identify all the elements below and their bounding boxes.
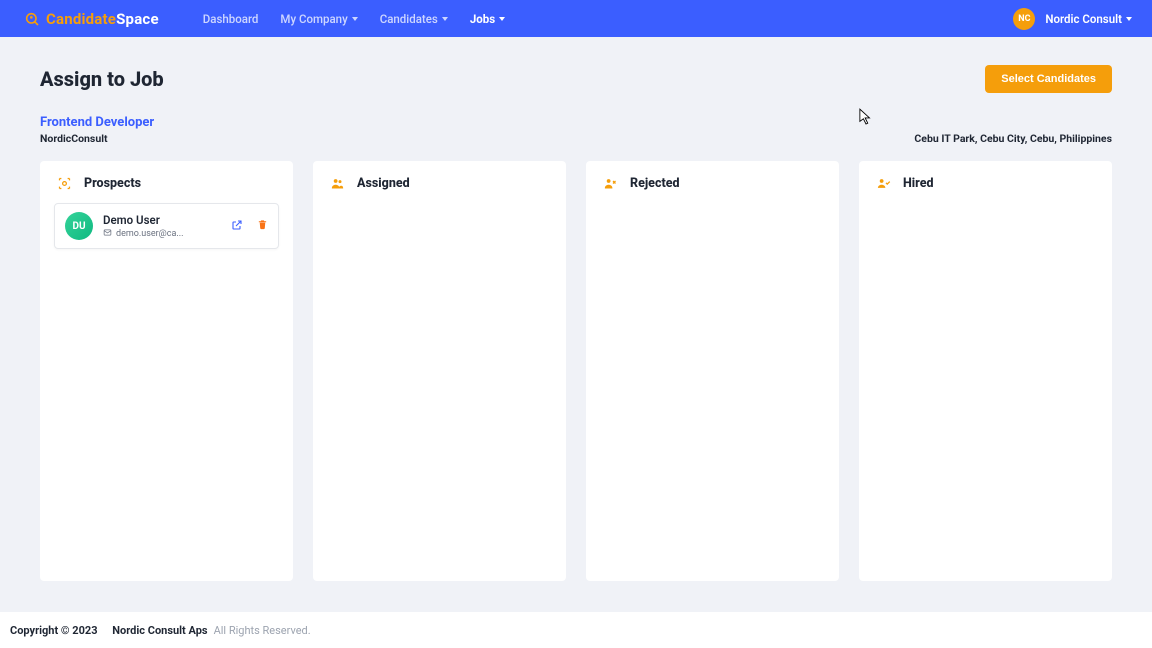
candidate-main: Demo User demo.user@ca... bbox=[103, 213, 221, 240]
candidate-name: Demo User bbox=[103, 213, 221, 227]
hired-icon bbox=[875, 175, 891, 191]
assigned-icon bbox=[329, 175, 345, 191]
chevron-down-icon bbox=[352, 17, 358, 21]
column-title: Prospects bbox=[84, 176, 141, 191]
footer: Copyright © 2023 Nordic Consult Aps All … bbox=[0, 612, 1152, 648]
page-body: Assign to Job Select Candidates Frontend… bbox=[0, 37, 1152, 581]
footer-rights: All Rights Reserved. bbox=[214, 624, 311, 637]
footer-company: Nordic Consult Aps bbox=[112, 624, 207, 637]
candidate-actions bbox=[231, 219, 268, 234]
nav-links: Dashboard My Company Candidates Jobs bbox=[203, 12, 505, 26]
rejected-icon bbox=[602, 175, 618, 191]
user-avatar-badge[interactable]: NC bbox=[1013, 8, 1035, 30]
open-external-icon[interactable] bbox=[231, 219, 243, 234]
user-menu[interactable]: Nordic Consult bbox=[1045, 12, 1132, 26]
job-company: NordicConsult bbox=[40, 132, 154, 145]
page-header-row: Assign to Job Select Candidates bbox=[40, 65, 1112, 93]
brand[interactable]: CandidateSpace bbox=[24, 10, 159, 28]
job-location: Cebu IT Park, Cebu City, Cebu, Philippin… bbox=[914, 132, 1112, 145]
top-navbar: CandidateSpace Dashboard My Company Cand… bbox=[0, 0, 1152, 37]
column-hired: Hired bbox=[859, 161, 1112, 581]
column-title: Hired bbox=[903, 176, 934, 191]
prospects-icon bbox=[56, 175, 72, 191]
page-title: Assign to Job bbox=[40, 67, 164, 91]
nav-right: NC Nordic Consult bbox=[1013, 8, 1132, 30]
chevron-down-icon bbox=[499, 17, 505, 21]
candidate-email: demo.user@ca... bbox=[116, 229, 183, 239]
nav-jobs-label: Jobs bbox=[470, 12, 495, 26]
job-info-row: Frontend Developer NordicConsult Cebu IT… bbox=[40, 115, 1112, 145]
kanban-board: Prospects DU Demo User demo.user@ca... bbox=[40, 161, 1112, 581]
job-info-left: Frontend Developer NordicConsult bbox=[40, 115, 154, 145]
candidate-email-row: demo.user@ca... bbox=[103, 228, 221, 240]
mail-icon bbox=[103, 228, 112, 240]
search-person-icon bbox=[24, 11, 40, 27]
column-header-hired: Hired bbox=[873, 175, 1098, 191]
select-candidates-button[interactable]: Select Candidates bbox=[985, 65, 1112, 93]
brand-part2: Space bbox=[116, 10, 159, 28]
nav-dashboard[interactable]: Dashboard bbox=[203, 12, 259, 26]
column-rejected: Rejected bbox=[586, 161, 839, 581]
column-header-prospects: Prospects bbox=[54, 175, 279, 191]
user-name: Nordic Consult bbox=[1045, 12, 1122, 26]
column-title: Assigned bbox=[357, 176, 410, 191]
nav-candidates[interactable]: Candidates bbox=[380, 12, 448, 26]
nav-jobs[interactable]: Jobs bbox=[470, 12, 505, 26]
column-header-rejected: Rejected bbox=[600, 175, 825, 191]
column-assigned: Assigned bbox=[313, 161, 566, 581]
footer-copyright: Copyright © 2023 bbox=[10, 624, 98, 637]
trash-icon[interactable] bbox=[257, 219, 268, 233]
job-title-link[interactable]: Frontend Developer bbox=[40, 115, 154, 130]
nav-candidates-label: Candidates bbox=[380, 12, 438, 26]
candidate-avatar: DU bbox=[65, 212, 93, 240]
nav-my-company-label: My Company bbox=[280, 12, 347, 26]
nav-my-company[interactable]: My Company bbox=[280, 12, 357, 26]
chevron-down-icon bbox=[442, 17, 448, 21]
candidate-card[interactable]: DU Demo User demo.user@ca... bbox=[54, 203, 279, 249]
chevron-down-icon bbox=[1126, 17, 1132, 21]
column-prospects: Prospects DU Demo User demo.user@ca... bbox=[40, 161, 293, 581]
column-header-assigned: Assigned bbox=[327, 175, 552, 191]
column-title: Rejected bbox=[630, 176, 680, 191]
brand-part1: Candidate bbox=[46, 10, 116, 28]
